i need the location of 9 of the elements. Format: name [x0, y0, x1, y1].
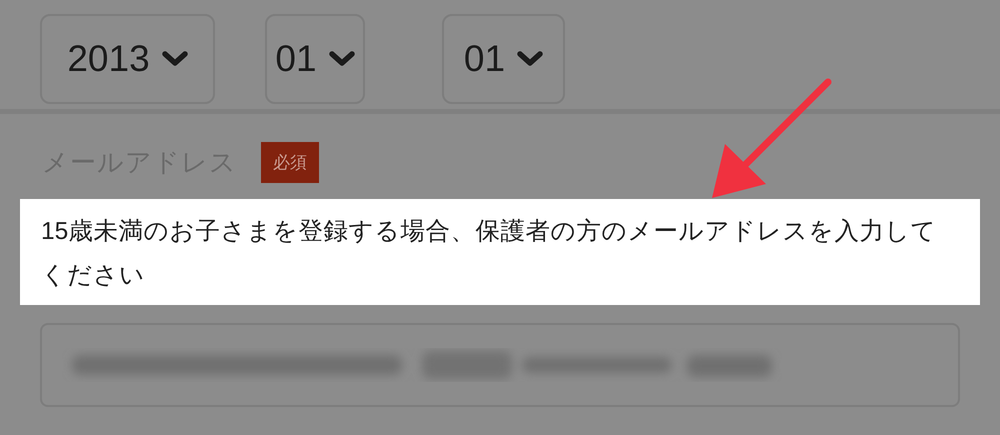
email-input-field[interactable] — [40, 323, 960, 407]
date-select[interactable]: 01 — [265, 14, 365, 104]
instruction-note: 15歳未満のお子さまを登録する場合、保護者の方のメールアドレスを入力してください — [20, 199, 980, 305]
chevron-down-icon — [328, 50, 355, 68]
chevron-down-icon — [517, 50, 544, 68]
date-select[interactable]: 01 — [442, 14, 565, 104]
required-badge: 必須 — [261, 142, 319, 182]
date-select[interactable]: 2013 — [40, 14, 215, 104]
chevron-down-icon — [162, 50, 188, 68]
